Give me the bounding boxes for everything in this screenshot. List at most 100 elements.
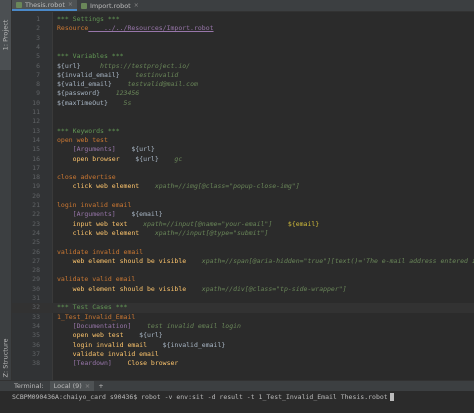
code-line[interactable]: 29 validate valid email bbox=[12, 275, 474, 284]
code-line[interactable]: 28 bbox=[12, 266, 474, 275]
code-token: ${maxTimeOut} bbox=[57, 98, 108, 107]
code-line[interactable]: 13 *** Keywords *** bbox=[12, 127, 474, 136]
code-line[interactable]: 14 open web test bbox=[12, 136, 474, 145]
close-icon[interactable]: × bbox=[68, 1, 73, 8]
code-line[interactable]: 5 *** Variables *** bbox=[12, 52, 474, 61]
code-line[interactable]: 38 [Teardown] Close browser bbox=[12, 359, 474, 368]
code-line[interactable]: 24 click web element xpath=//input[@type… bbox=[12, 229, 474, 238]
code-line[interactable]: 3 bbox=[12, 34, 474, 43]
code-token: ${valid_email} bbox=[57, 80, 112, 89]
code-line[interactable]: 7 ${invalid_email} testinvalid bbox=[12, 71, 474, 80]
line-number: 24 bbox=[32, 228, 40, 237]
code-token: [Arguments] bbox=[57, 145, 116, 154]
code-line[interactable]: 30 web element should be visible xpath=/… bbox=[12, 285, 474, 294]
code-token: validate invalid email bbox=[57, 349, 159, 358]
structure-tool-tab[interactable]: Z: Structure bbox=[0, 335, 11, 380]
code-line[interactable]: 23 input web text xpath=//input[@name="y… bbox=[12, 220, 474, 229]
code-line[interactable]: 16 open browser ${url} gc bbox=[12, 155, 474, 164]
code-line[interactable]: 33 1_Test_Invalid_Email bbox=[12, 313, 474, 322]
code-line[interactable]: 27 web element should be visible xpath=/… bbox=[12, 257, 474, 266]
code-token: open web test bbox=[57, 135, 108, 144]
code-line[interactable]: 10 ${maxTimeOut} 5s bbox=[12, 99, 474, 108]
code-token: ${url} bbox=[57, 61, 81, 70]
line-number: 35 bbox=[32, 331, 40, 340]
line-number: 25 bbox=[32, 238, 40, 247]
code-text: ${invalid_email} testinvalid bbox=[57, 71, 178, 80]
code-line[interactable]: 12 bbox=[12, 117, 474, 126]
line-number: 21 bbox=[32, 201, 40, 209]
code-line[interactable]: 26 validate invalid email bbox=[12, 248, 474, 257]
code-text: validate invalid email bbox=[57, 248, 143, 257]
tab-label: Import.robot bbox=[89, 1, 131, 10]
code-token: 123456 bbox=[100, 89, 140, 98]
code-token: Close browser bbox=[111, 359, 179, 368]
code-line[interactable]: 25 bbox=[12, 238, 474, 247]
code-line[interactable]: 19 click web element xpath=//img[@class=… bbox=[12, 182, 474, 191]
code-line[interactable]: 18 close advertise bbox=[12, 173, 474, 182]
code-token: testinvalid bbox=[119, 70, 179, 79]
project-tool-tab[interactable]: 1: Project bbox=[0, 0, 11, 70]
code-token: Resource bbox=[57, 24, 89, 33]
code-line[interactable]: 4 bbox=[12, 43, 474, 52]
tab-thesis[interactable]: Thesis.robot × bbox=[12, 0, 77, 11]
code-token: ${url} bbox=[123, 331, 163, 340]
project-tool-label: 1: Project bbox=[1, 19, 10, 51]
line-number: 32 bbox=[32, 303, 40, 312]
code-token: xpath=//div[@class="tp-side-wrapper"] bbox=[186, 284, 347, 293]
code-text: 1_Test_Invalid_Email bbox=[57, 313, 135, 322]
line-number: 10 bbox=[32, 98, 40, 107]
line-number: 11 bbox=[32, 108, 40, 116]
close-icon[interactable]: × bbox=[85, 382, 90, 390]
code-editor[interactable]: 1 *** Settings *** 2 Resource ../../Resourc… bbox=[12, 12, 474, 380]
code-token: *** Settings *** bbox=[57, 15, 120, 23]
line-number: 30 bbox=[32, 284, 40, 293]
code-line[interactable]: 37 validate invalid email bbox=[12, 350, 474, 359]
code-token: *** Test Cases *** bbox=[57, 303, 128, 312]
code-line[interactable]: 17 bbox=[12, 164, 474, 173]
code-line[interactable]: 31 bbox=[12, 294, 474, 303]
terminal-panel[interactable]: SCBPM090436A:chaiyo_card s90436$ robot -… bbox=[0, 391, 474, 413]
line-number: 20 bbox=[32, 191, 40, 200]
line-number: 28 bbox=[32, 266, 40, 275]
code-token: ${email} bbox=[115, 210, 163, 219]
code-line[interactable]: 22 [Arguments] ${email} bbox=[12, 210, 474, 219]
code-line[interactable]: 34 [Documentation] test invalid email lo… bbox=[12, 322, 474, 331]
code-line[interactable]: 8 ${valid_email} testvalid@mail.com bbox=[12, 80, 474, 89]
code-text: *** Variables *** bbox=[57, 52, 124, 61]
code-line[interactable]: 9 ${password} 123456 bbox=[12, 89, 474, 98]
code-line[interactable]: 21 login invalid email bbox=[12, 201, 474, 210]
code-line[interactable]: 1 *** Settings *** bbox=[12, 15, 474, 24]
add-terminal-icon[interactable]: + bbox=[98, 382, 103, 390]
code-text: click web element xpath=//input[@type="s… bbox=[57, 229, 269, 238]
code-line[interactable]: 2 Resource ../../Resources/Import.robot bbox=[12, 24, 474, 33]
code-line[interactable]: 15 [Arguments] ${url} bbox=[12, 145, 474, 154]
code-line[interactable]: 35 open web test ${url} bbox=[12, 331, 474, 340]
code-text: [Arguments] ${url} bbox=[57, 145, 155, 154]
code-token: https://testproject.io/ bbox=[80, 61, 191, 70]
code-line[interactable]: 36 login invalid email ${invalid_email} bbox=[12, 341, 474, 350]
line-number: 15 bbox=[32, 145, 40, 154]
code-token: click web element bbox=[57, 182, 140, 191]
tab-import[interactable]: Import.robot × bbox=[77, 0, 143, 11]
code-line[interactable]: 32 *** Test Cases *** bbox=[12, 303, 474, 313]
editor-tab-bar: Thesis.robot × Import.robot × bbox=[12, 0, 474, 12]
line-number: 18 bbox=[32, 173, 40, 182]
close-icon[interactable]: × bbox=[134, 2, 139, 9]
line-number: 16 bbox=[32, 154, 40, 163]
tab-label: Thesis.robot bbox=[25, 0, 65, 9]
code-line[interactable]: 11 bbox=[12, 108, 474, 117]
line-number: 38 bbox=[32, 359, 40, 368]
code-line[interactable]: 20 bbox=[12, 192, 474, 201]
terminal-tool-bar: Terminal: Local (9) × + bbox=[0, 380, 474, 391]
code-token: xpath=//span[@aria-hidden="true"][text()… bbox=[201, 256, 474, 265]
code-text: click web element xpath=//img[@class="po… bbox=[57, 182, 300, 191]
line-number: 34 bbox=[32, 321, 40, 330]
code-token: xpath=//img[@class="popup-close-img"] bbox=[139, 182, 300, 191]
line-number: 7 bbox=[36, 70, 40, 79]
line-number: 6 bbox=[36, 61, 40, 70]
code-token: close advertise bbox=[57, 173, 116, 182]
code-line[interactable]: 6 ${url} https://testproject.io/ bbox=[12, 62, 474, 71]
terminal-tab-local[interactable]: Local (9) × bbox=[49, 381, 95, 391]
line-number: 12 bbox=[32, 117, 40, 126]
code-text: [Teardown] Close browser bbox=[57, 359, 179, 368]
